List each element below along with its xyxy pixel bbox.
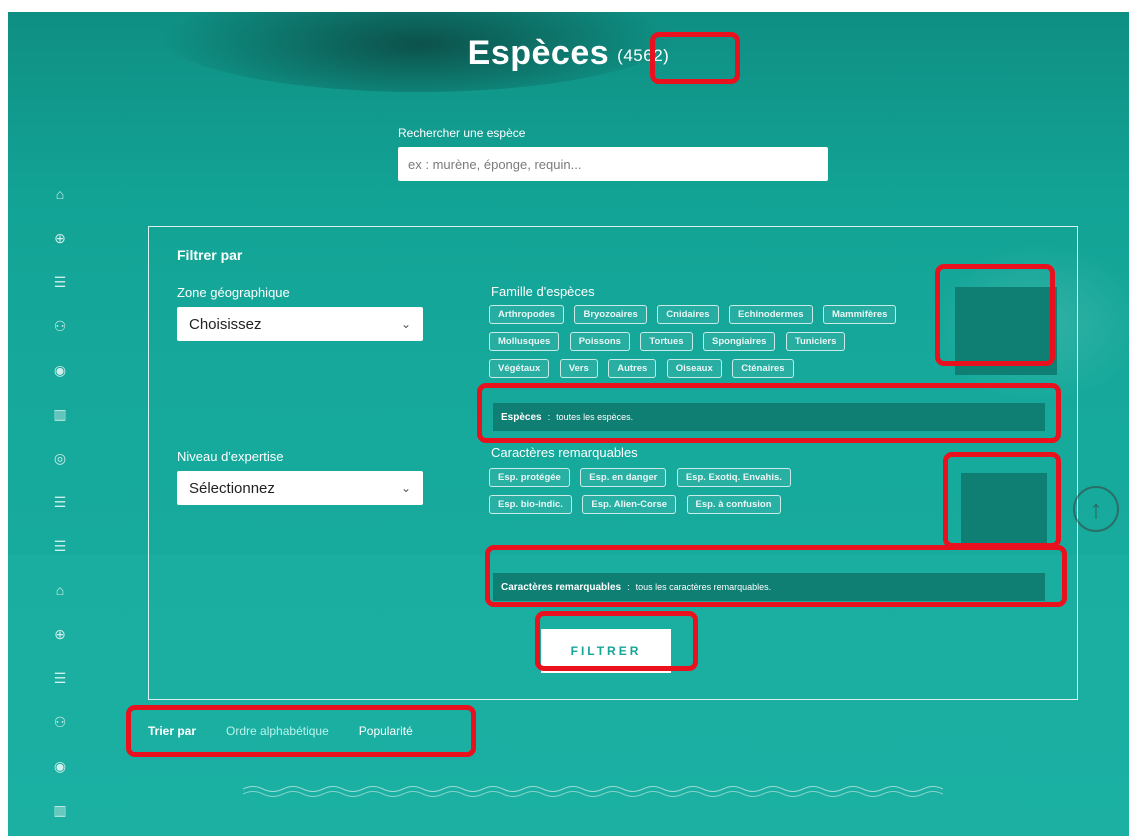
traits-chip-list: Esp. protégée Esp. en danger Esp. Exotiq… (489, 467, 849, 521)
page-title: Espèces (4562) (8, 34, 1129, 73)
trait-chip[interactable]: Esp. bio-indic. (489, 495, 572, 514)
family-chip-list: Arthropodes Bryozoaires Cnidaires Echino… (489, 304, 909, 385)
search-input[interactable] (398, 147, 828, 181)
highlight-box (485, 545, 1067, 607)
highlight-box (126, 705, 476, 757)
eye-icon[interactable]: ◉ (48, 358, 72, 382)
arrow-up-icon: ↑ (1089, 493, 1103, 524)
chevron-down-icon: ⌄ (400, 317, 411, 331)
trait-chip[interactable]: Esp. protégée (489, 468, 570, 487)
family-chip[interactable]: Poissons (569, 332, 630, 351)
family-chip[interactable]: Spongiaires (703, 332, 776, 351)
level-label: Niveau d'expertise (177, 449, 284, 464)
trait-chip[interactable]: Esp. Exotiq. Envahis. (676, 468, 791, 487)
map-icon[interactable]: ▥ (48, 798, 72, 822)
eye-icon[interactable]: ◉ (48, 754, 72, 778)
map-icon[interactable]: ▥ (48, 402, 72, 426)
family-chip[interactable]: Oiseaux (666, 359, 722, 378)
family-chip[interactable]: Tortues (640, 332, 693, 351)
family-chip[interactable]: Autres (608, 359, 657, 378)
family-chip[interactable]: Végétaux (489, 359, 550, 378)
list-icon[interactable]: ☰ (48, 666, 72, 690)
highlight-box (935, 264, 1055, 366)
family-chip[interactable]: Arthropodes (489, 305, 564, 324)
family-chip[interactable]: Vers (559, 359, 598, 378)
search-label: Rechercher une espèce (398, 126, 526, 140)
home-icon[interactable]: ⌂ (48, 578, 72, 602)
highlight-box (650, 32, 740, 84)
zone-select-value: Choisissez (189, 315, 262, 333)
location-pin-icon[interactable]: ◎ (48, 446, 72, 470)
level-select-value: Sélectionnez (189, 479, 275, 497)
user-icon[interactable]: ⚇ (48, 314, 72, 338)
plus-circle-icon[interactable]: ⊕ (48, 622, 72, 646)
highlight-box (477, 383, 1061, 443)
family-chip[interactable]: Bryozoaires (574, 305, 647, 324)
family-chip[interactable]: Tuniciers (785, 332, 846, 351)
trait-chip[interactable]: Esp. à confusion (686, 495, 781, 514)
family-label: Famille d'espèces (491, 284, 595, 299)
highlight-box (943, 452, 1061, 548)
list-icon[interactable]: ☰ (48, 270, 72, 294)
family-chip[interactable]: Cnidaires (657, 305, 719, 324)
family-chip[interactable]: Mammifères (822, 305, 897, 324)
zone-label: Zone géographique (177, 285, 290, 300)
title-text: Espèces (467, 34, 610, 72)
family-chip[interactable]: Echinodermes (729, 305, 813, 324)
family-chip[interactable]: Cténaires (732, 359, 794, 378)
zone-select[interactable]: Choisissez ⌄ (177, 307, 423, 341)
wave-divider (243, 786, 943, 797)
family-chip[interactable]: Mollusques (489, 332, 560, 351)
highlight-box (535, 611, 698, 671)
home-icon[interactable]: ⌂ (48, 182, 72, 206)
plus-circle-icon[interactable]: ⊕ (48, 226, 72, 250)
level-select[interactable]: Sélectionnez ⌄ (177, 471, 423, 505)
trait-chip[interactable]: Esp. en danger (580, 468, 667, 487)
filter-title: Filtrer par (177, 247, 243, 263)
scroll-top-button[interactable]: ↑ (1073, 486, 1119, 532)
list-icon[interactable]: ☰ (48, 534, 72, 558)
list-icon[interactable]: ☰ (48, 490, 72, 514)
user-icon[interactable]: ⚇ (48, 710, 72, 734)
trait-chip[interactable]: Esp. Alien-Corse (582, 495, 677, 514)
chevron-down-icon: ⌄ (400, 481, 411, 495)
traits-label: Caractères remarquables (491, 445, 638, 460)
